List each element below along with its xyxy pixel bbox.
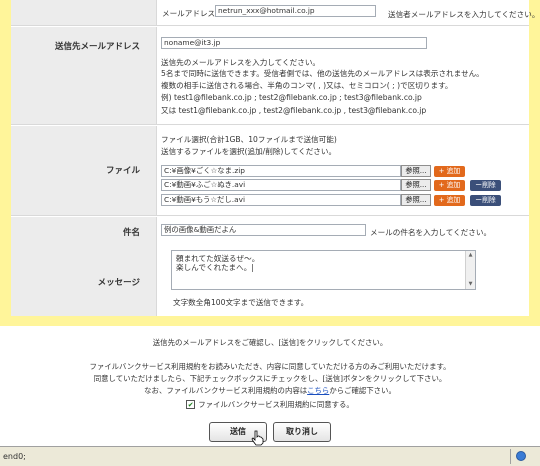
recipient-email-field[interactable]: noname@it3.jp bbox=[161, 37, 427, 49]
add-file-button[interactable]: + 追加 bbox=[434, 166, 465, 177]
add-file-button[interactable]: + 追加 bbox=[434, 195, 465, 206]
message-scrollbar[interactable]: ▲ ▼ bbox=[465, 251, 475, 289]
status-text: end0; bbox=[3, 452, 26, 461]
upload-form: メールアドレス netrun_xxx@hotmail.co.jp 送信者メールア… bbox=[11, 0, 539, 316]
file-path-field[interactable]: C:¥動画¥もう☆だし.avi bbox=[161, 194, 401, 206]
subject-field[interactable]: 例の画像&動画だよん bbox=[161, 224, 366, 236]
browse-button[interactable]: 参照... bbox=[401, 179, 431, 191]
subject-hint: メールの件名を入力してください。 bbox=[370, 228, 492, 237]
terms-text: 同意していただけましたら、下記チェックボックスにチェックをし、[送信]ボタンをク… bbox=[93, 374, 447, 383]
terms-link[interactable]: こちら bbox=[307, 386, 329, 395]
terms-text: なお、ファイルバンクサービス利用規約の内容はこちらからご確認下さい。 bbox=[0, 385, 540, 396]
status-divider bbox=[510, 449, 511, 464]
zone-icon bbox=[516, 451, 526, 461]
sender-email-label: メールアドレス bbox=[162, 9, 216, 18]
file-note: ファイル選択(合計1GB、10ファイルまで送信可能) bbox=[161, 135, 337, 144]
cancel-button[interactable]: 取り消し bbox=[273, 422, 331, 442]
recipient-label-cell: 送信先メールアドレス bbox=[11, 27, 157, 124]
file-label: ファイル bbox=[105, 166, 140, 176]
terms-text-pre: なお、ファイルバンクサービス利用規約の内容は bbox=[144, 386, 308, 395]
recipient-row: 送信先メールアドレス noname@it3.jp 送信先のメールアドレスを入力し… bbox=[11, 27, 529, 125]
subject-label: 件名 bbox=[122, 228, 140, 238]
message-label: メッセージ bbox=[97, 278, 140, 288]
recipient-help-line: 例) test1@filebank.co.jp ; test2@filebank… bbox=[161, 93, 422, 102]
scroll-up-icon[interactable]: ▲ bbox=[466, 251, 475, 260]
add-file-button[interactable]: + 追加 bbox=[434, 180, 465, 191]
agree-label: ファイルバンクサービス利用規約に同意する。 bbox=[198, 400, 354, 409]
message-label-cell: メッセージ bbox=[11, 241, 157, 316]
status-bar: end0; bbox=[0, 446, 540, 466]
sender-email-hint: 送信者メールアドレスを入力してください。 bbox=[388, 10, 540, 19]
file-note: 送信するファイルを選択(追加/削除)してください。 bbox=[161, 147, 337, 156]
agree-checkbox[interactable]: ✔ bbox=[186, 400, 196, 409]
sender-label-cell bbox=[11, 0, 157, 25]
recipient-help-line: 又は test1@filebank.co.jp , test2@filebank… bbox=[161, 106, 427, 115]
agree-row: ✔ ファイルバンクサービス利用規約に同意する。 bbox=[0, 399, 540, 410]
file-path-field[interactable]: C:¥画像¥ごく☆なま.zip bbox=[161, 165, 401, 177]
message-textarea[interactable]: 頼まれてた奴送るぜ〜。 楽しんでくれたまへ。| ▲ ▼ bbox=[171, 250, 476, 290]
sender-email-field[interactable]: netrun_xxx@hotmail.co.jp bbox=[215, 5, 376, 17]
browse-button[interactable]: 参照... bbox=[401, 194, 431, 206]
recipient-help-line: 送信先のメールアドレスを入力してください。 bbox=[161, 58, 321, 67]
cursor-hand-icon bbox=[251, 430, 264, 446]
subject-label-cell: 件名 bbox=[11, 217, 157, 241]
recipient-label: 送信先メールアドレス bbox=[54, 42, 140, 52]
remove-file-button[interactable]: ー削除 bbox=[470, 180, 501, 191]
file-path-field[interactable]: C:¥動画¥ふご☆ぬき.avi bbox=[161, 179, 401, 191]
sender-row: メールアドレス netrun_xxx@hotmail.co.jp 送信者メールア… bbox=[11, 0, 539, 26]
subject-row: 件名 例の画像&動画だよん メールの件名を入力してください。 bbox=[11, 217, 529, 241]
browse-button[interactable]: 参照... bbox=[401, 165, 431, 177]
terms-text-post: からご確認下さい。 bbox=[329, 386, 396, 395]
message-limit-note: 文字数全角100文字まで送信できます。 bbox=[173, 298, 309, 307]
remove-file-button[interactable]: ー削除 bbox=[470, 195, 501, 206]
file-label-cell: ファイル bbox=[11, 126, 157, 215]
confirm-text: 送信先のメールアドレスをご確認し、[送信]をクリックしてください。 bbox=[152, 338, 388, 347]
recipient-help-line: 複数の相手に送信される場合、半角のコンマ( , )又は、セミコロン( ; )で区… bbox=[161, 81, 453, 90]
recipient-help-line: 5名まで同時に送信できます。受信者側では、他の送信先のメールアドレスは表示されま… bbox=[161, 69, 484, 78]
terms-text: ファイルバンクサービス利用規約をお読みいただき、内容に同意していただける方のみご… bbox=[89, 362, 451, 371]
message-row: メッセージ 頼まれてた奴送るぜ〜。 楽しんでくれたまへ。| ▲ ▼ 文字数全角1… bbox=[11, 241, 529, 316]
message-line: 楽しんでくれたまへ。| bbox=[176, 263, 254, 272]
scroll-down-icon[interactable]: ▼ bbox=[466, 280, 475, 289]
file-row: ファイル ファイル選択(合計1GB、10ファイルまで送信可能) 送信するファイル… bbox=[11, 126, 529, 216]
